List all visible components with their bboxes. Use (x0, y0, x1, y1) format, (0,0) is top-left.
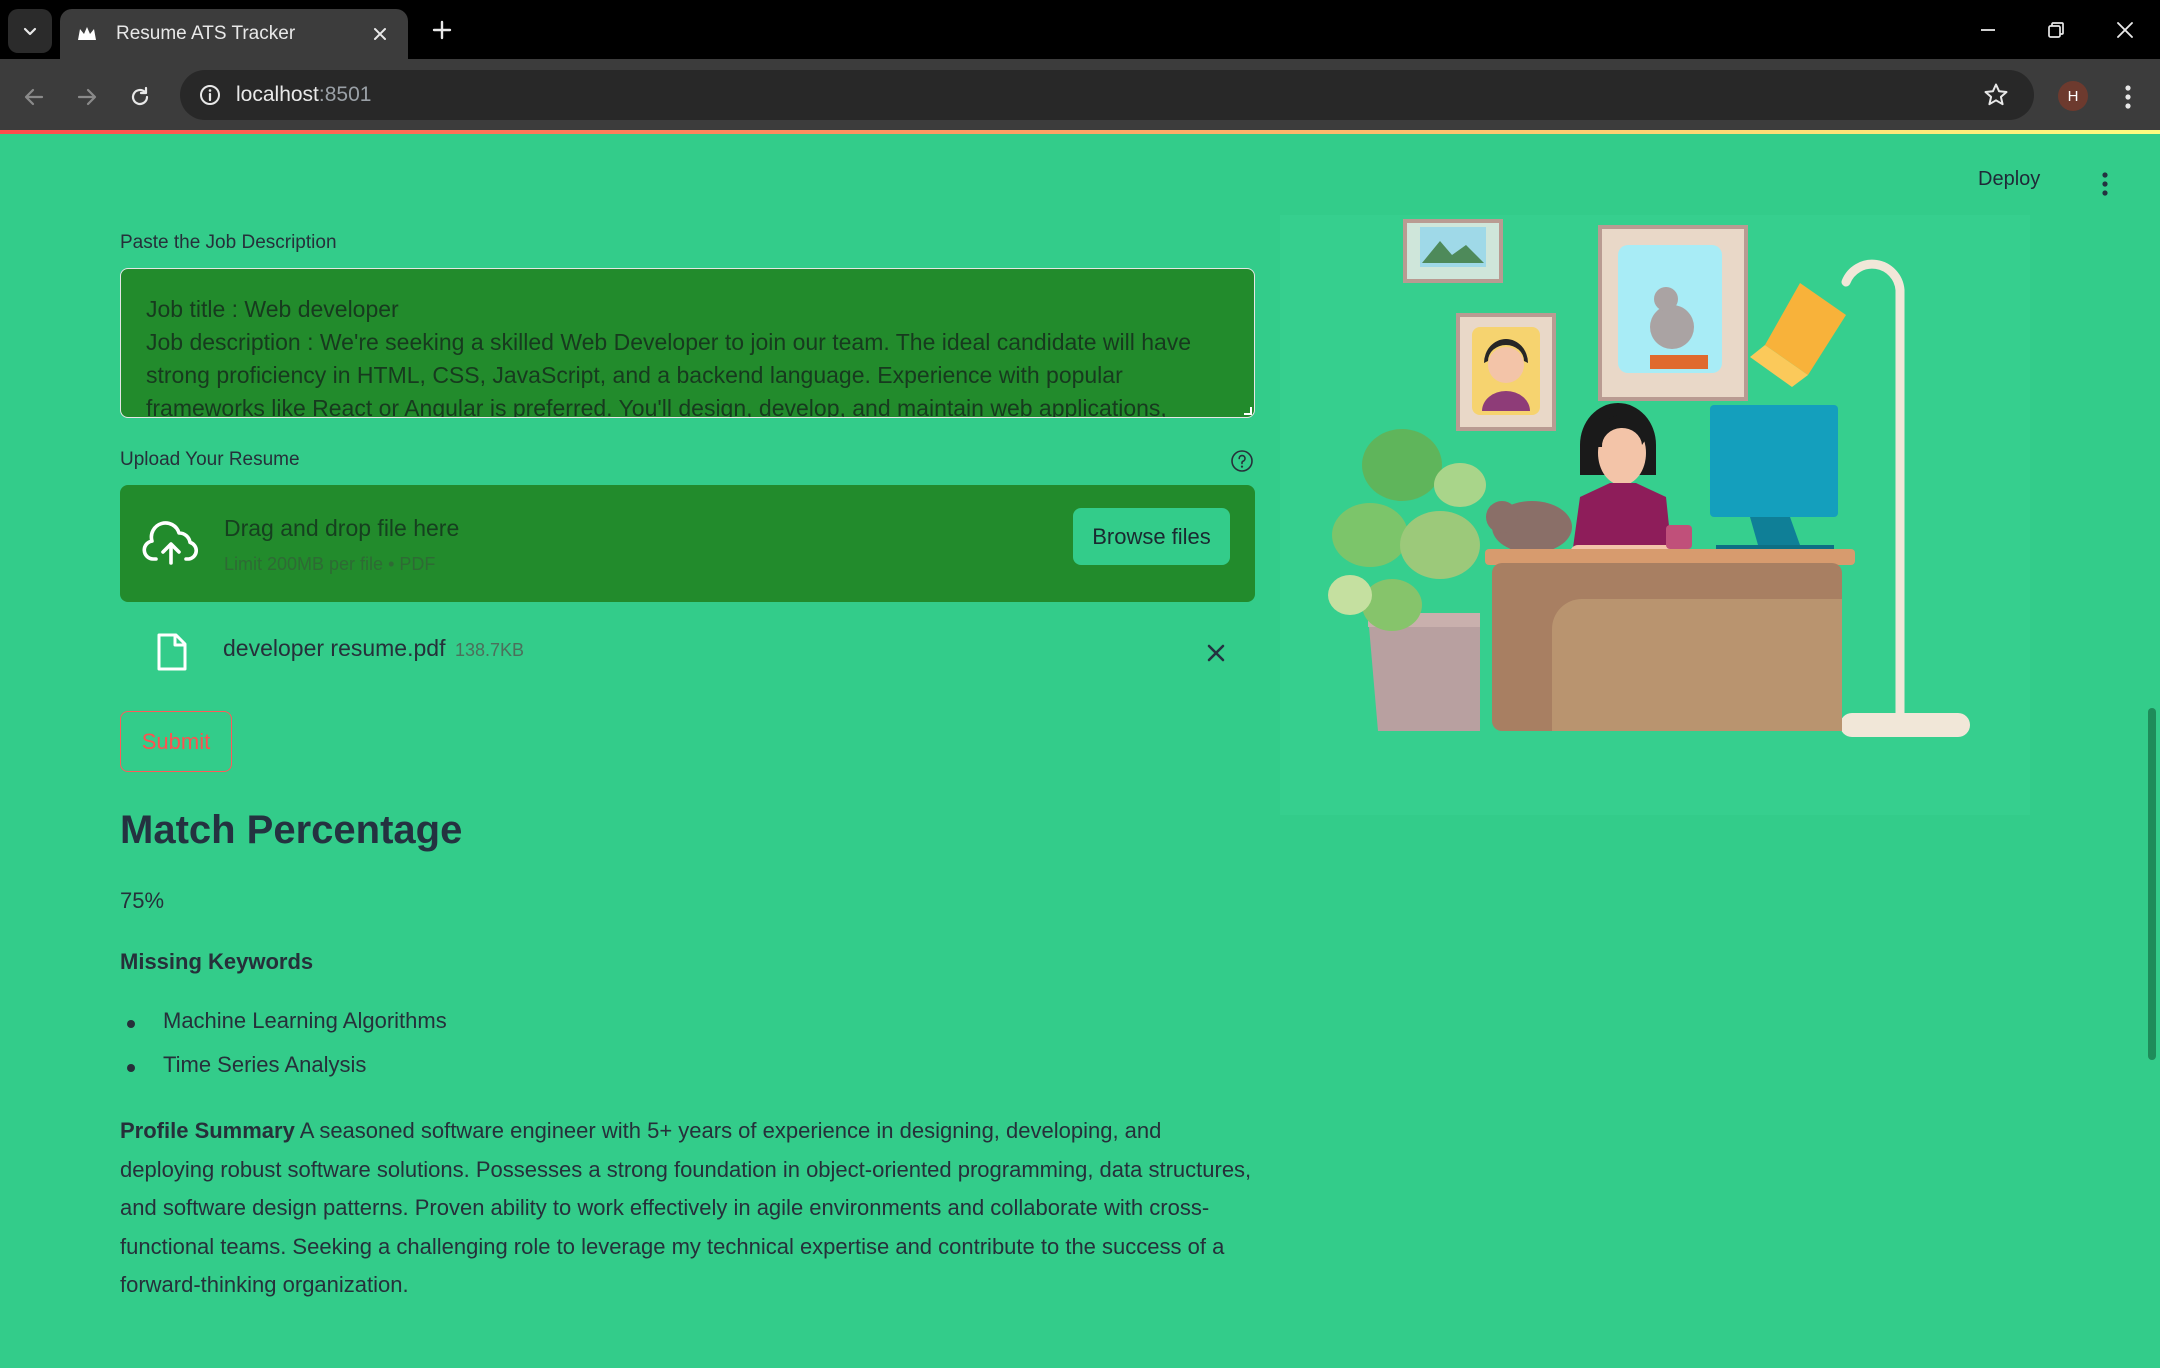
plus-icon (432, 20, 452, 40)
job-description-text: Job title : Web developer Job descriptio… (146, 296, 1192, 418)
browser-tab[interactable]: Resume ATS Tracker (60, 9, 408, 59)
url-text: localhost:8501 (236, 83, 371, 107)
restore-icon (2048, 22, 2064, 38)
back-button[interactable] (12, 75, 56, 119)
star-icon (1984, 83, 2008, 106)
list-item: Machine Learning Algorithms (120, 1008, 447, 1052)
office-illustration (1280, 215, 2030, 815)
match-percentage-heading: Match Percentage (120, 808, 463, 852)
file-dropzone[interactable]: Drag and drop file here Limit 200MB per … (120, 485, 1255, 602)
forward-button[interactable] (65, 75, 109, 119)
minimize-button[interactable] (1963, 8, 2013, 52)
browse-files-button[interactable]: Browse files (1073, 508, 1230, 565)
resize-handle[interactable] (1244, 407, 1252, 415)
arrow-right-icon (77, 88, 97, 106)
url-port: :8501 (318, 83, 372, 106)
browser-tab-bar: Resume ATS Tracker (0, 0, 2160, 59)
dropzone-title: Drag and drop file here (224, 515, 460, 541)
profile-summary-label: Profile Summary (120, 1118, 295, 1143)
address-bar[interactable]: localhost:8501 (180, 70, 2034, 120)
url-host: localhost (236, 83, 319, 106)
chevron-down-icon (23, 27, 37, 36)
reload-icon (131, 86, 149, 106)
arrow-left-icon (24, 88, 44, 106)
submit-button[interactable]: Submit (120, 711, 232, 772)
file-icon (157, 633, 187, 671)
close-icon (2117, 22, 2133, 38)
missing-keywords-list: Machine Learning Algorithms Time Series … (120, 1008, 447, 1096)
bookmark-button[interactable] (1976, 75, 2016, 115)
app-decoration-bar (0, 130, 2160, 134)
page-scrollbar[interactable] (2148, 708, 2156, 1060)
dropzone-limit: Limit 200MB per file • PDF (224, 554, 436, 574)
close-icon (1207, 644, 1225, 662)
close-icon (374, 28, 386, 40)
upload-resume-label: Upload Your Resume (120, 449, 300, 470)
reload-button[interactable] (118, 75, 162, 119)
tab-title: Resume ATS Tracker (116, 23, 296, 44)
app-menu-button[interactable] (2090, 166, 2120, 202)
new-tab-button[interactable] (422, 12, 462, 48)
profile-avatar[interactable]: H (2058, 81, 2088, 111)
cloud-upload-icon (142, 521, 199, 565)
profile-summary: Profile Summary A seasoned software engi… (120, 1112, 1260, 1305)
browser-toolbar: localhost:8501 H (0, 59, 2160, 132)
match-percentage-value: 75% (120, 888, 165, 913)
list-item: Time Series Analysis (120, 1052, 447, 1096)
job-description-textarea[interactable]: Job title : Web developer Job descriptio… (120, 268, 1255, 418)
job-description-label: Paste the Job Description (120, 232, 337, 253)
remove-file-button[interactable] (1200, 637, 1232, 669)
profile-summary-text: A seasoned software engineer with 5+ yea… (120, 1118, 1252, 1297)
streamlit-crown-icon (76, 23, 98, 45)
restore-button[interactable] (2031, 8, 2081, 52)
close-window-button[interactable] (2100, 8, 2150, 52)
site-info-button[interactable] (190, 75, 230, 115)
close-tab-button[interactable] (368, 22, 392, 46)
browser-menu-button[interactable] (2108, 77, 2148, 117)
info-icon (200, 85, 220, 105)
missing-keywords-title: Missing Keywords (120, 949, 314, 974)
uploaded-file-size: 138.7KB (455, 640, 525, 660)
minimize-icon (1981, 29, 1995, 31)
uploaded-file-name: developer resume.pdf (223, 635, 446, 661)
kebab-menu-icon (2125, 85, 2131, 109)
deploy-button[interactable]: Deploy (1978, 168, 2040, 191)
help-icon[interactable] (1230, 449, 1254, 473)
tab-search-button[interactable] (8, 9, 52, 53)
kebab-menu-icon (2102, 172, 2108, 196)
